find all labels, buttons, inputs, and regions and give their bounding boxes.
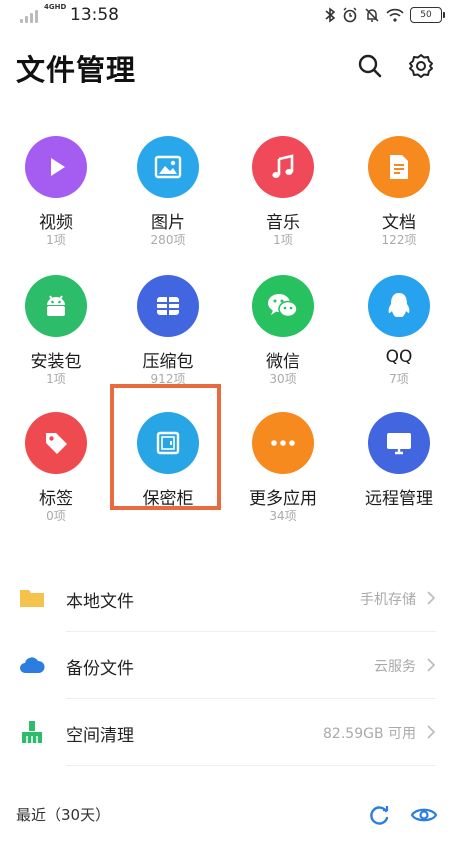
category-count: 34项 [269,509,297,523]
category-label: 安装包 [30,352,82,372]
image-icon [137,136,199,198]
visibility-button[interactable] [410,802,438,828]
document-icon [368,136,430,198]
category-count: 1项 [273,233,293,247]
category-music[interactable]: 音乐 1项 [227,128,339,248]
recent-section-title: 最近（30天） [16,806,111,824]
category-label: 压缩包 [142,352,194,372]
list-item-meta: 手机存储 [360,592,416,608]
category-video[interactable]: 视频 1项 [0,128,112,248]
list-item-label: 空间清理 [66,726,134,746]
broom-icon [22,721,42,743]
category-images[interactable]: 图片 280项 [112,128,224,248]
category-label: 远程管理 [365,489,433,509]
bluetooth-icon [325,7,336,23]
category-archives[interactable]: 压缩包 912项 [112,267,224,387]
refresh-button[interactable] [366,802,392,828]
list-item-space-cleanup[interactable]: 空间清理 82.59GB 可用 [0,700,460,766]
category-wechat[interactable]: 微信 30项 [227,267,339,387]
eye-icon [410,808,438,822]
category-count: 280项 [150,233,186,247]
chevron-right-icon [427,591,436,605]
list-item-label: 备份文件 [66,659,134,679]
wechat-icon [252,275,314,337]
chevron-right-icon [427,658,436,672]
list-item-label: 本地文件 [66,592,134,612]
list-item-backup-files[interactable]: 备份文件 云服务 [0,633,460,699]
list-item-meta: 82.59GB 可用 [323,726,416,742]
network-type: 4GHD [44,3,67,11]
category-documents[interactable]: 文档 122项 [343,128,455,248]
highlight-annotation [110,384,221,510]
list-item-local-files[interactable]: 本地文件 手机存储 [0,566,460,632]
qq-penguin-icon [368,275,430,337]
battery-level: 50 [420,10,432,20]
category-label: 微信 [266,352,300,372]
mute-icon [365,8,379,22]
category-label: 视频 [39,213,73,233]
search-icon [358,54,382,78]
page-title: 文件管理 [16,53,137,87]
play-icon [25,136,87,198]
category-count: 1项 [46,372,66,386]
android-icon [25,275,87,337]
wifi-icon [386,8,404,22]
more-icon [252,412,314,474]
tag-icon [25,412,87,474]
settings-button[interactable] [407,52,435,80]
list-item-meta: 云服务 [374,659,416,675]
cloud-icon [20,657,45,673]
folder-icon [20,590,44,607]
category-apk[interactable]: 安装包 1项 [0,267,112,387]
category-label: QQ [385,347,413,367]
category-count: 1项 [46,233,66,247]
clock: 13:58 [70,5,119,25]
category-qq[interactable]: QQ 7项 [343,267,455,387]
settings-icon [409,54,433,78]
category-count: 122项 [381,233,417,247]
category-label: 音乐 [266,213,300,233]
category-tags[interactable]: 标签 0项 [0,404,112,524]
category-count: 7项 [389,372,409,386]
status-bar: 4GHD 13:58 50 [0,0,460,32]
signal-strength-icon [20,9,46,23]
category-label: 标签 [39,489,73,509]
archive-icon [137,275,199,337]
refresh-icon [370,806,389,825]
music-note-icon [252,136,314,198]
monitor-icon [368,412,430,474]
category-more-apps[interactable]: 更多应用 34项 [227,404,339,524]
category-label: 文档 [382,213,416,233]
battery-icon: 50 [410,7,445,23]
category-count: 30项 [269,372,297,386]
category-label: 图片 [151,213,185,233]
category-label: 更多应用 [249,489,317,509]
search-button[interactable] [356,52,384,80]
alarm-icon [343,7,357,23]
chevron-right-icon [427,725,436,739]
category-count: 0项 [46,509,66,523]
category-remote-management[interactable]: 远程管理 [343,404,455,524]
